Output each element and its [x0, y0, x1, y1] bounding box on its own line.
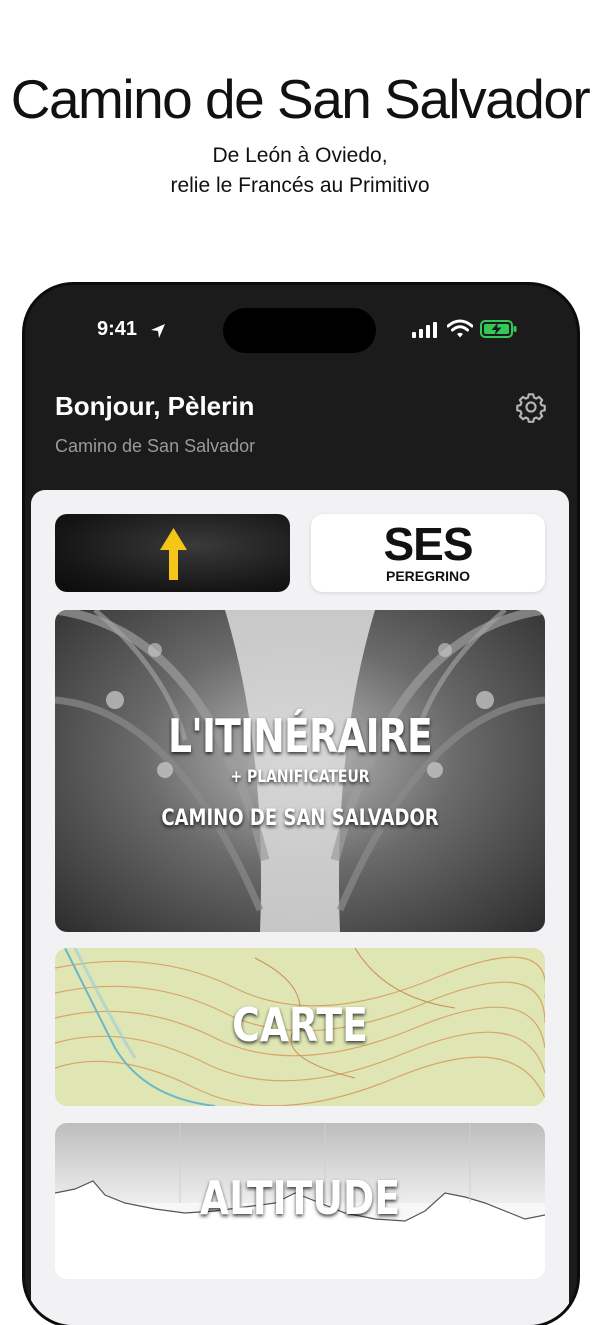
status-time: 9:41: [97, 318, 138, 340]
map-tile[interactable]: CARTE: [55, 948, 545, 1106]
map-title: CARTE: [232, 998, 368, 1052]
altitude-title: ALTITUDE: [199, 1171, 401, 1225]
signal-icon: [412, 322, 437, 338]
greeting-title: Bonjour, Pèlerin: [55, 391, 255, 421]
yellow-arrow-icon: [160, 528, 187, 580]
itinerary-caption: CAMINO DE SAN SALVADOR: [161, 806, 439, 831]
wifi-icon: [447, 319, 473, 338]
arrow-tile[interactable]: [55, 514, 290, 592]
battery-charging-icon: [480, 320, 517, 338]
ses-caption: PEREGRINO: [385, 568, 470, 584]
phone-frame: 9:41 Bonjour, Pèlerin Camino de San Salv…: [25, 285, 577, 1325]
itinerary-tile[interactable]: L'ITINÉRAIRE + PLANIFICATEUR CAMINO DE S…: [55, 610, 545, 932]
ses-peregrino-tile[interactable]: SES PEREGRINO: [311, 514, 545, 592]
ses-logo: SES: [383, 518, 473, 570]
dynamic-island: [223, 308, 376, 353]
itinerary-subtitle: + PLANIFICATEUR: [230, 767, 370, 787]
gear-icon[interactable]: [515, 391, 547, 423]
tiles-container: SES PEREGRINO L'ITINÉRAIRE + PLANIFICATE: [31, 490, 569, 1325]
promo-subtitle-line2: relie le Francés au Primitivo: [170, 174, 430, 197]
location-arrow-icon: [151, 324, 165, 338]
altitude-tile[interactable]: ALTITUDE: [55, 1123, 545, 1279]
greeting-subtitle: Camino de San Salvador: [55, 436, 256, 456]
promo-title: Camino de San Salvador: [10, 68, 591, 130]
itinerary-title: L'ITINÉRAIRE: [168, 709, 433, 763]
promo-subtitle-line1: De León à Oviedo,: [212, 144, 388, 167]
